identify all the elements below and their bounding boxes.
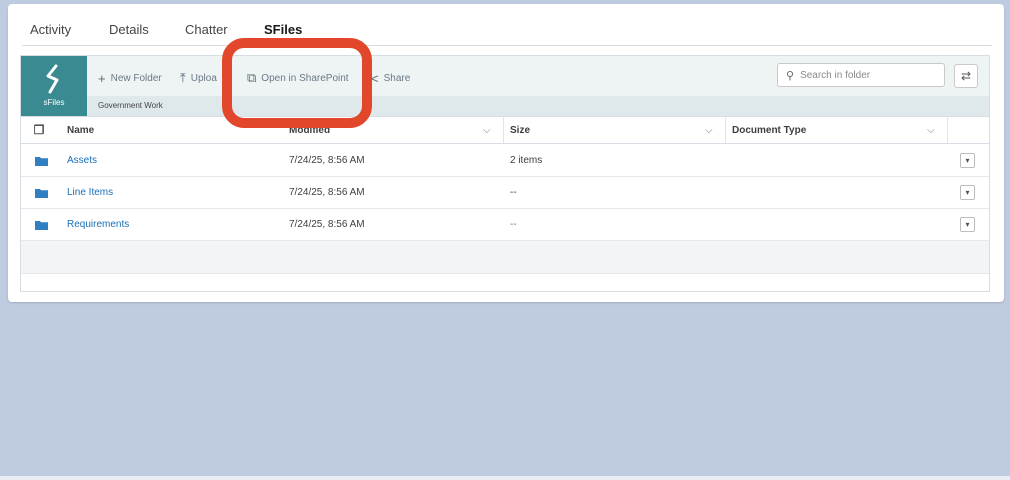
row-menu-button[interactable]: ▾ xyxy=(960,185,975,200)
search-input[interactable] xyxy=(800,69,931,81)
upload-label: Uploa xyxy=(190,72,217,84)
sfiles-logo-icon xyxy=(46,64,59,94)
select-all-toggle[interactable]: ❐ xyxy=(29,117,49,143)
row-size: -- xyxy=(510,219,517,230)
search-box[interactable]: ⚲ xyxy=(777,63,945,87)
share-label: Share xyxy=(383,72,411,84)
new-folder-label: New Folder xyxy=(110,72,162,84)
column-label-document-type: Document Type xyxy=(732,124,807,136)
table-row: Requirements 7/24/25, 8:56 AM -- ▾ xyxy=(21,209,989,241)
table-row: Line Items 7/24/25, 8:56 AM -- ▾ xyxy=(21,177,989,209)
row-modified: 7/24/25, 8:56 AM xyxy=(289,187,365,198)
refresh-icon: ⇄ xyxy=(960,69,972,83)
row-name[interactable]: Requirements xyxy=(67,209,129,240)
highlight-annotation xyxy=(222,38,372,128)
refresh-button[interactable]: ⇄ xyxy=(954,64,978,88)
row-menu-button[interactable]: ▾ xyxy=(960,217,975,232)
chevron-down-icon: ⌵ xyxy=(483,124,491,136)
tab-divider xyxy=(22,45,992,46)
record-tabs: Activity Details Chatter SFiles xyxy=(8,4,1004,48)
tab-activity[interactable]: Activity xyxy=(30,22,71,37)
table-header: ❐ Name Modified ⌵ Size ⌵ Document Type ⌵ xyxy=(21,116,989,144)
chevron-down-icon: ▾ xyxy=(965,220,970,229)
row-size: 2 items xyxy=(510,155,543,166)
new-folder-button[interactable]: + New Folder xyxy=(98,70,162,86)
share-icon: < xyxy=(371,70,379,86)
breadcrumb[interactable]: Government Work xyxy=(98,101,163,110)
column-label-size: Size xyxy=(510,124,531,136)
window-bottom-edge xyxy=(0,476,1010,480)
breadcrumb-bar xyxy=(21,96,989,116)
sfiles-logo: sFiles xyxy=(21,56,87,116)
table-row: Assets 7/24/25, 8:56 AM 2 items ▾ xyxy=(21,145,989,177)
sfiles-card: Activity Details Chatter SFiles sFiles +… xyxy=(8,4,1004,302)
row-menu-button[interactable]: ▾ xyxy=(960,153,975,168)
row-name[interactable]: Assets xyxy=(67,145,97,176)
logo-label: sFiles xyxy=(43,98,65,107)
folder-icon xyxy=(35,157,48,166)
table-footer-band xyxy=(21,241,989,274)
chevron-down-icon: ⌵ xyxy=(705,124,713,136)
row-name[interactable]: Line Items xyxy=(67,177,113,208)
tab-details[interactable]: Details xyxy=(109,22,149,37)
column-header-size[interactable]: Size ⌵ xyxy=(510,117,724,143)
plus-icon: + xyxy=(98,70,106,86)
toolbar: sFiles + New Folder ⤒ Uploa ⧉ Open in Sh… xyxy=(21,56,989,116)
row-modified: 7/24/25, 8:56 AM xyxy=(289,219,365,230)
copy-icon: ❐ xyxy=(33,123,45,137)
tab-sfiles[interactable]: SFiles xyxy=(264,22,302,37)
column-divider xyxy=(947,117,948,143)
share-button[interactable]: < Share xyxy=(371,70,410,86)
upload-icon: ⤒ xyxy=(180,70,186,85)
search-icon: ⚲ xyxy=(786,69,795,82)
column-label-name: Name xyxy=(67,124,95,136)
column-divider xyxy=(503,117,504,143)
chevron-down-icon: ▾ xyxy=(965,188,970,197)
tab-chatter[interactable]: Chatter xyxy=(185,22,228,37)
row-size: -- xyxy=(510,187,517,198)
chevron-down-icon: ⌵ xyxy=(927,124,935,136)
upload-button[interactable]: ⤒ Uploa xyxy=(180,70,226,86)
column-header-document-type[interactable]: Document Type ⌵ xyxy=(732,117,946,143)
row-modified: 7/24/25, 8:56 AM xyxy=(289,155,365,166)
folder-icon xyxy=(35,189,48,198)
sfiles-panel: sFiles + New Folder ⤒ Uploa ⧉ Open in Sh… xyxy=(20,55,990,292)
chevron-down-icon: ▾ xyxy=(965,156,970,165)
column-divider xyxy=(725,117,726,143)
folder-icon xyxy=(35,221,48,230)
